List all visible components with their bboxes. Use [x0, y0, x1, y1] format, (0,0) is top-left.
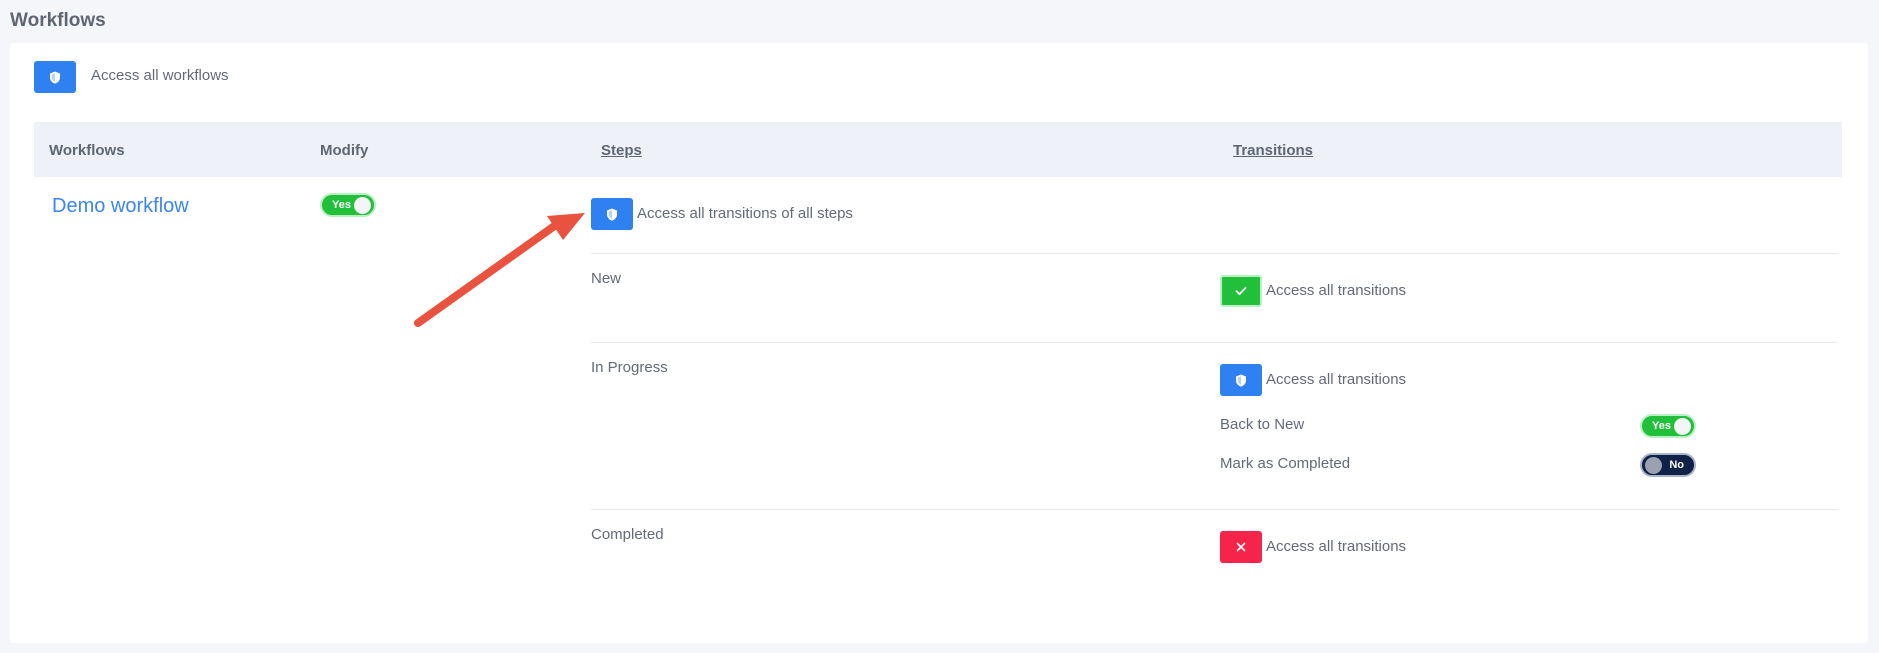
annotation-arrow [414, 213, 585, 327]
